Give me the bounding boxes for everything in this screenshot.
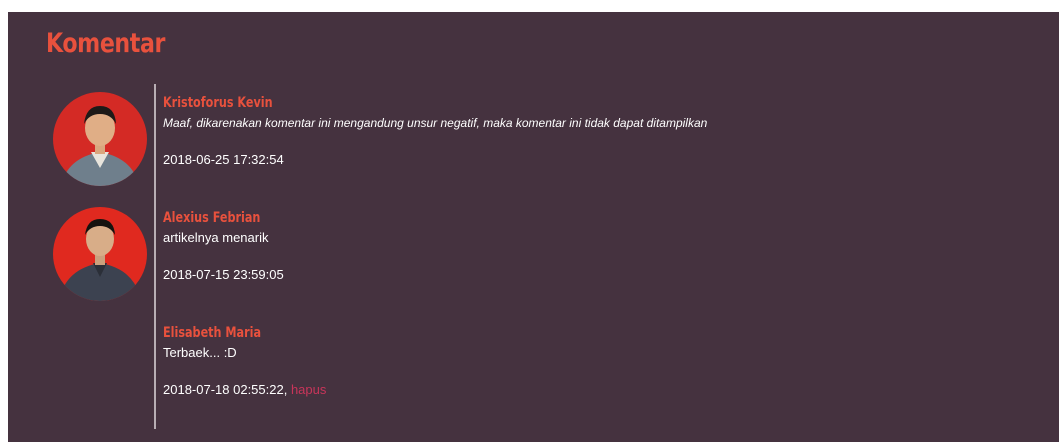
comment-date: 2018-06-25 17:32:54 [163, 152, 284, 167]
comment-item: Elisabeth Maria Terbaek... :D 2018-07-18… [163, 324, 1043, 399]
avatar-alexius [53, 207, 147, 301]
comment-author: Alexius Febrian [163, 210, 261, 226]
comment-text: Maaf, dikarenakan komentar ini mengandun… [163, 116, 708, 130]
section-title: Komentar [46, 28, 165, 59]
comments-panel: Komentar Kristoforus Kevin Maaf, dikaren… [8, 12, 1059, 442]
comment-text: Terbaek... :D [163, 345, 237, 360]
comment-item: Alexius Febrian artikelnya menarik 2018-… [163, 209, 1043, 284]
comment-author: Elisabeth Maria [163, 325, 262, 341]
comment-text: artikelnya menarik [163, 230, 269, 245]
comment-author: Kristoforus Kevin [163, 95, 273, 111]
comment-item: Kristoforus Kevin Maaf, dikarenakan kome… [163, 94, 1043, 169]
comment-date: 2018-07-18 02:55:22, [163, 382, 288, 397]
avatar-kristoforus [53, 92, 147, 186]
delete-comment-link[interactable]: hapus [291, 382, 326, 397]
comment-date-row: 2018-07-18 02:55:22, hapus [163, 381, 1043, 399]
comment-date: 2018-07-15 23:59:05 [163, 267, 284, 282]
comments-divider [154, 84, 156, 429]
